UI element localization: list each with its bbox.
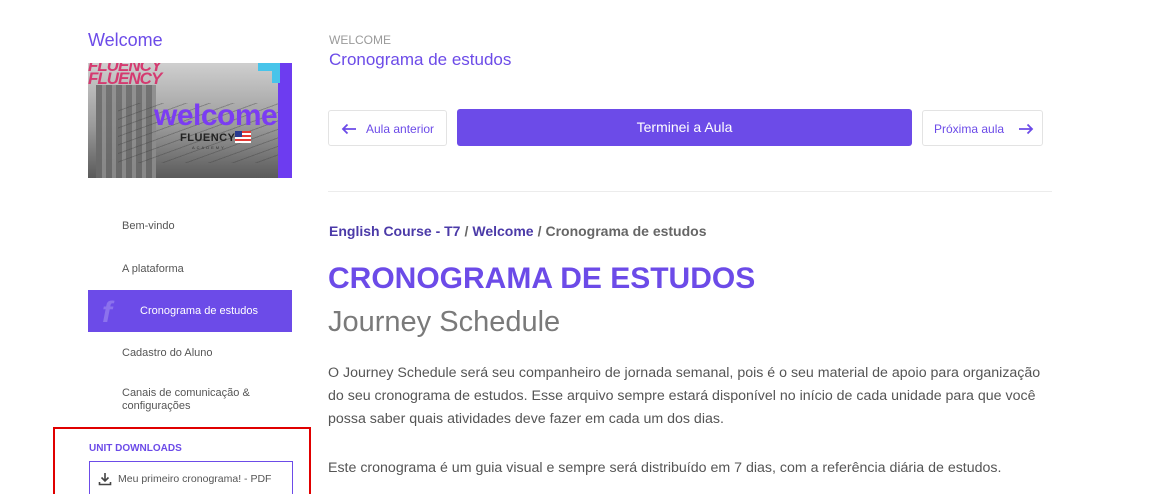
download-icon: [98, 473, 112, 486]
content-paragraph: Este cronograma é um guia visual e sempr…: [328, 460, 1002, 476]
course-thumbnail: FLUENCY FLUENCY welcome FLUENCY ACADEMY: [88, 63, 292, 178]
nav-item-label: Cadastro do Aluno: [122, 347, 213, 359]
arrow-right-icon: [1019, 123, 1034, 135]
breadcrumb-current: Cronograma de estudos: [545, 223, 707, 239]
nav-item-label: Canais de comunicação & configurações: [122, 387, 250, 412]
finish-lesson-button[interactable]: Terminei a Aula: [457, 109, 912, 146]
nav-item-cadastro[interactable]: Cadastro do Aluno: [88, 347, 292, 361]
nav-item-bem-vindo[interactable]: Bem-vindo: [88, 220, 292, 234]
divider: [328, 191, 1052, 192]
module-label: WELCOME: [329, 33, 392, 47]
nav-item-label: A plataforma: [122, 263, 184, 275]
page-heading: CRONOGRAMA DE ESTUDOS: [328, 262, 756, 295]
fluency-logo-icon: f: [102, 296, 112, 329]
nav-item-a-plataforma[interactable]: A plataforma: [88, 263, 292, 277]
thumbnail-accent-bar: [278, 63, 292, 178]
nav-item-label: Bem-vindo: [122, 220, 175, 232]
thumbnail-brand: FLUENCY: [180, 132, 236, 144]
breadcrumb-course-link[interactable]: English Course - T7: [329, 223, 460, 239]
next-lesson-label: Próxima aula: [934, 122, 1005, 136]
unit-downloads-heading: UNIT DOWNLOADS: [89, 443, 182, 454]
nav-item-cronograma-active[interactable]: f Cronograma de estudos: [88, 290, 292, 332]
next-lesson-button[interactable]: Próxima aula: [922, 110, 1043, 146]
lesson-title: Cronograma de estudos: [329, 50, 512, 69]
arrow-left-icon: [341, 123, 356, 135]
download-pdf-label: Meu primeiro cronograma! - PDF: [118, 473, 272, 485]
breadcrumb: English Course - T7/Welcome / Cronograma d…: [329, 223, 707, 239]
previous-lesson-label: Aula anterior: [366, 122, 435, 136]
download-pdf-button[interactable]: Meu primeiro cronograma! - PDF: [89, 461, 293, 494]
thumbnail-headline: welcome: [154, 99, 278, 132]
sidebar-title: Welcome: [88, 30, 163, 50]
thumbnail-tagline: ACADEMY: [192, 145, 226, 150]
flag-icon: [235, 131, 251, 143]
previous-lesson-button[interactable]: Aula anterior: [328, 110, 447, 146]
thumbnail-bg-text: FLUENCY FLUENCY: [88, 63, 162, 88]
breadcrumb-module-link[interactable]: Welcome: [472, 223, 533, 239]
unit-downloads-highlight: UNIT DOWNLOADS Meu primeiro cronograma! …: [53, 427, 311, 494]
breadcrumb-separator: /: [537, 223, 542, 239]
page-subheading: Journey Schedule: [328, 306, 561, 338]
content-paragraph: O Journey Schedule será seu companheiro …: [328, 365, 1041, 427]
nav-item-label: Cronograma de estudos: [140, 305, 259, 317]
breadcrumb-separator: /: [464, 223, 469, 239]
thumbnail-accent-corner: [258, 63, 280, 83]
nav-item-canais[interactable]: Canais de comunicação & configurações: [88, 387, 292, 415]
